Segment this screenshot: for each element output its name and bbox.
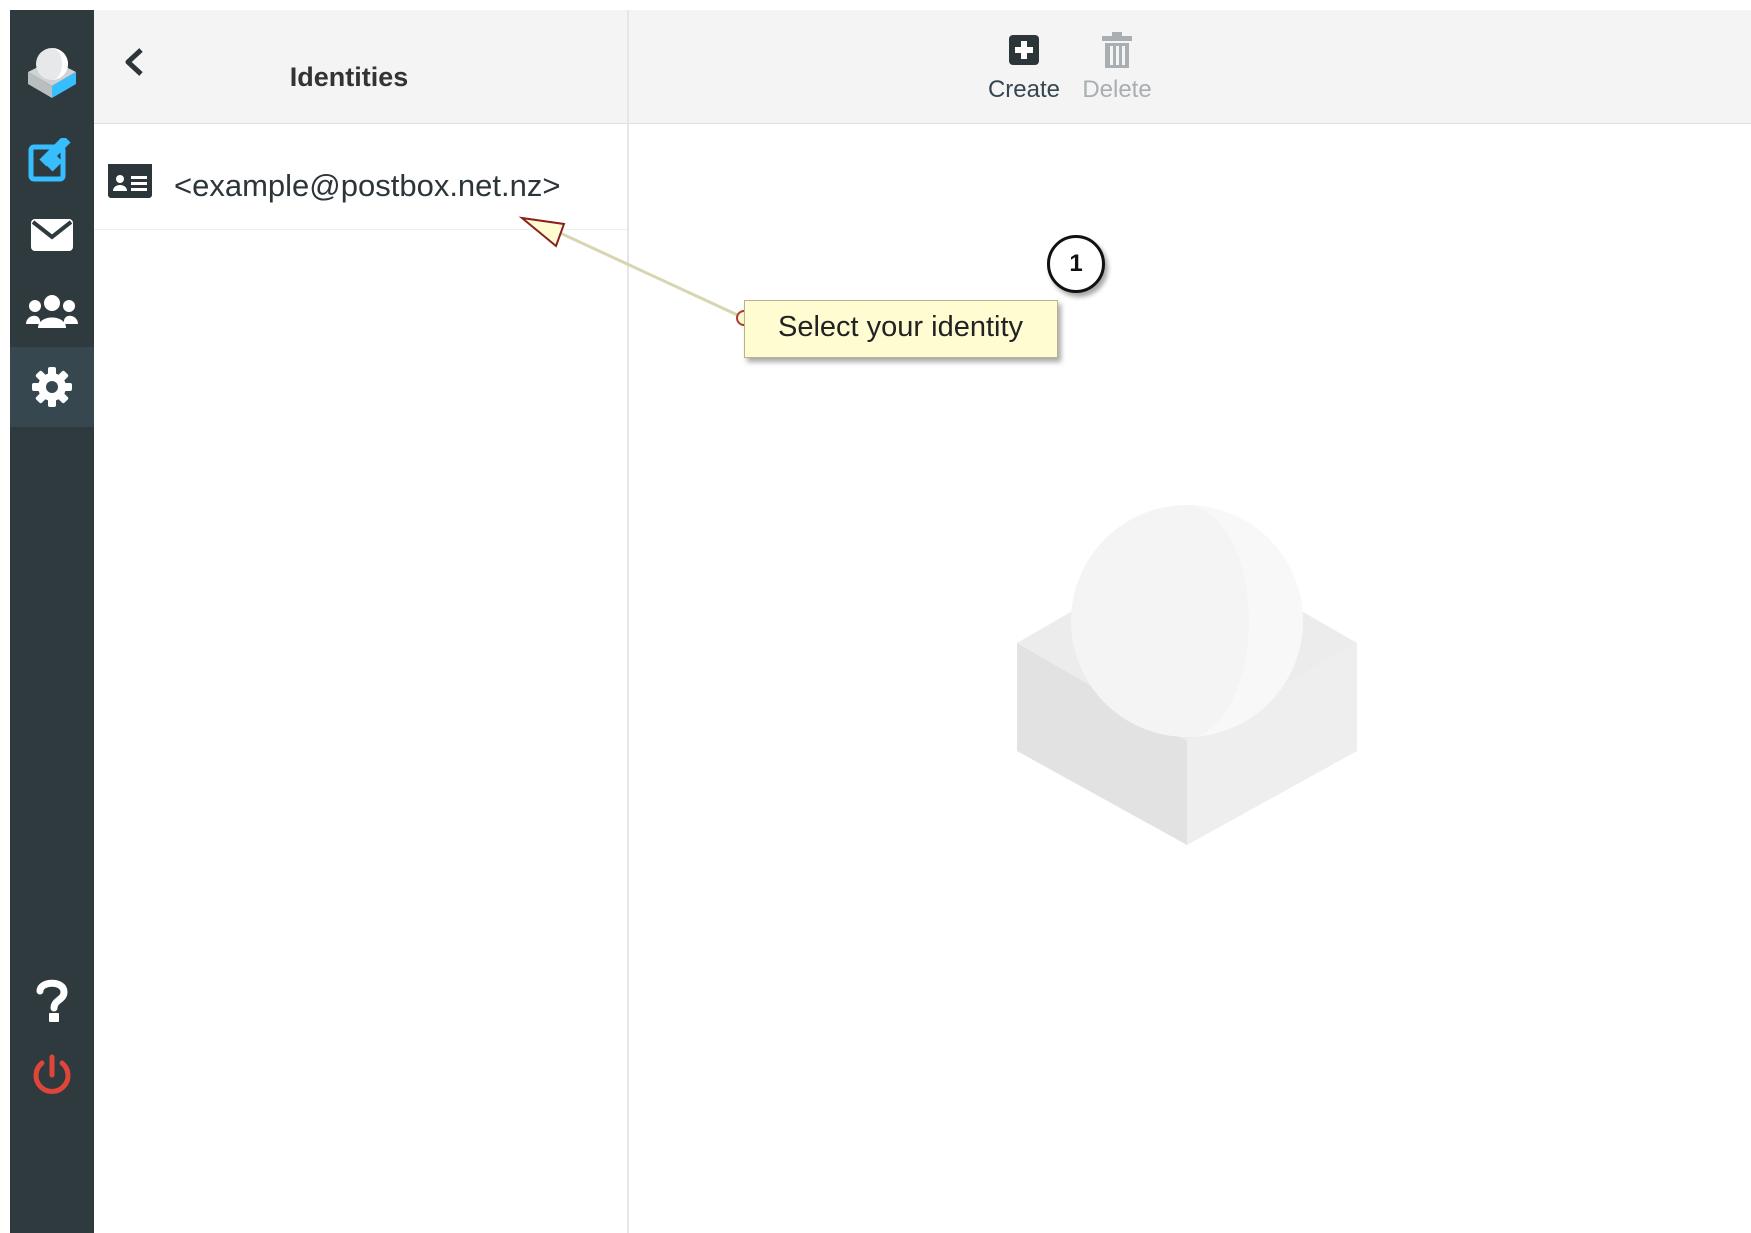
create-label: Create <box>987 76 1061 103</box>
roundcube-logo-icon <box>28 48 76 98</box>
mail-button[interactable] <box>10 195 94 275</box>
trash-icon <box>1102 32 1132 68</box>
back-button[interactable] <box>112 40 156 84</box>
plus-square-icon <box>1009 35 1039 65</box>
page-title: Identities <box>289 62 409 92</box>
list-header: Identities <box>94 10 627 124</box>
delete-label: Delete <box>1082 76 1152 103</box>
content-area: Create Delete <box>629 10 1751 1233</box>
help-icon <box>36 979 68 1022</box>
roundcube-watermark-icon <box>1017 505 1357 845</box>
logout-button[interactable] <box>10 1035 94 1115</box>
users-icon <box>26 295 78 328</box>
identity-list-item[interactable]: <example@postbox.net.nz> <box>94 124 627 230</box>
nav-rail <box>10 10 94 1233</box>
id-card-icon <box>108 164 152 198</box>
identity-email-label: <example@postbox.net.nz> <box>174 168 561 203</box>
contacts-button[interactable] <box>10 272 94 352</box>
callout-tooltip: Select your identity <box>744 300 1058 358</box>
chevron-left-icon <box>125 48 143 76</box>
envelope-icon <box>31 219 73 251</box>
power-icon <box>33 1054 71 1094</box>
compose-icon <box>28 138 71 182</box>
create-button[interactable]: Create <box>976 30 1072 118</box>
help-button[interactable] <box>10 960 94 1040</box>
compose-button[interactable] <box>10 120 94 200</box>
settings-button[interactable] <box>10 347 94 427</box>
logo[interactable] <box>10 30 94 110</box>
delete-button[interactable]: Delete <box>1069 30 1165 118</box>
app-window: Identities <example@postbox.net.nz> Crea… <box>10 10 1751 1233</box>
identities-panel: Identities <example@postbox.net.nz> <box>94 10 629 1233</box>
gear-icon <box>32 367 72 407</box>
toolbar: Create Delete <box>629 10 1751 124</box>
step-number-badge: 1 <box>1047 235 1105 293</box>
